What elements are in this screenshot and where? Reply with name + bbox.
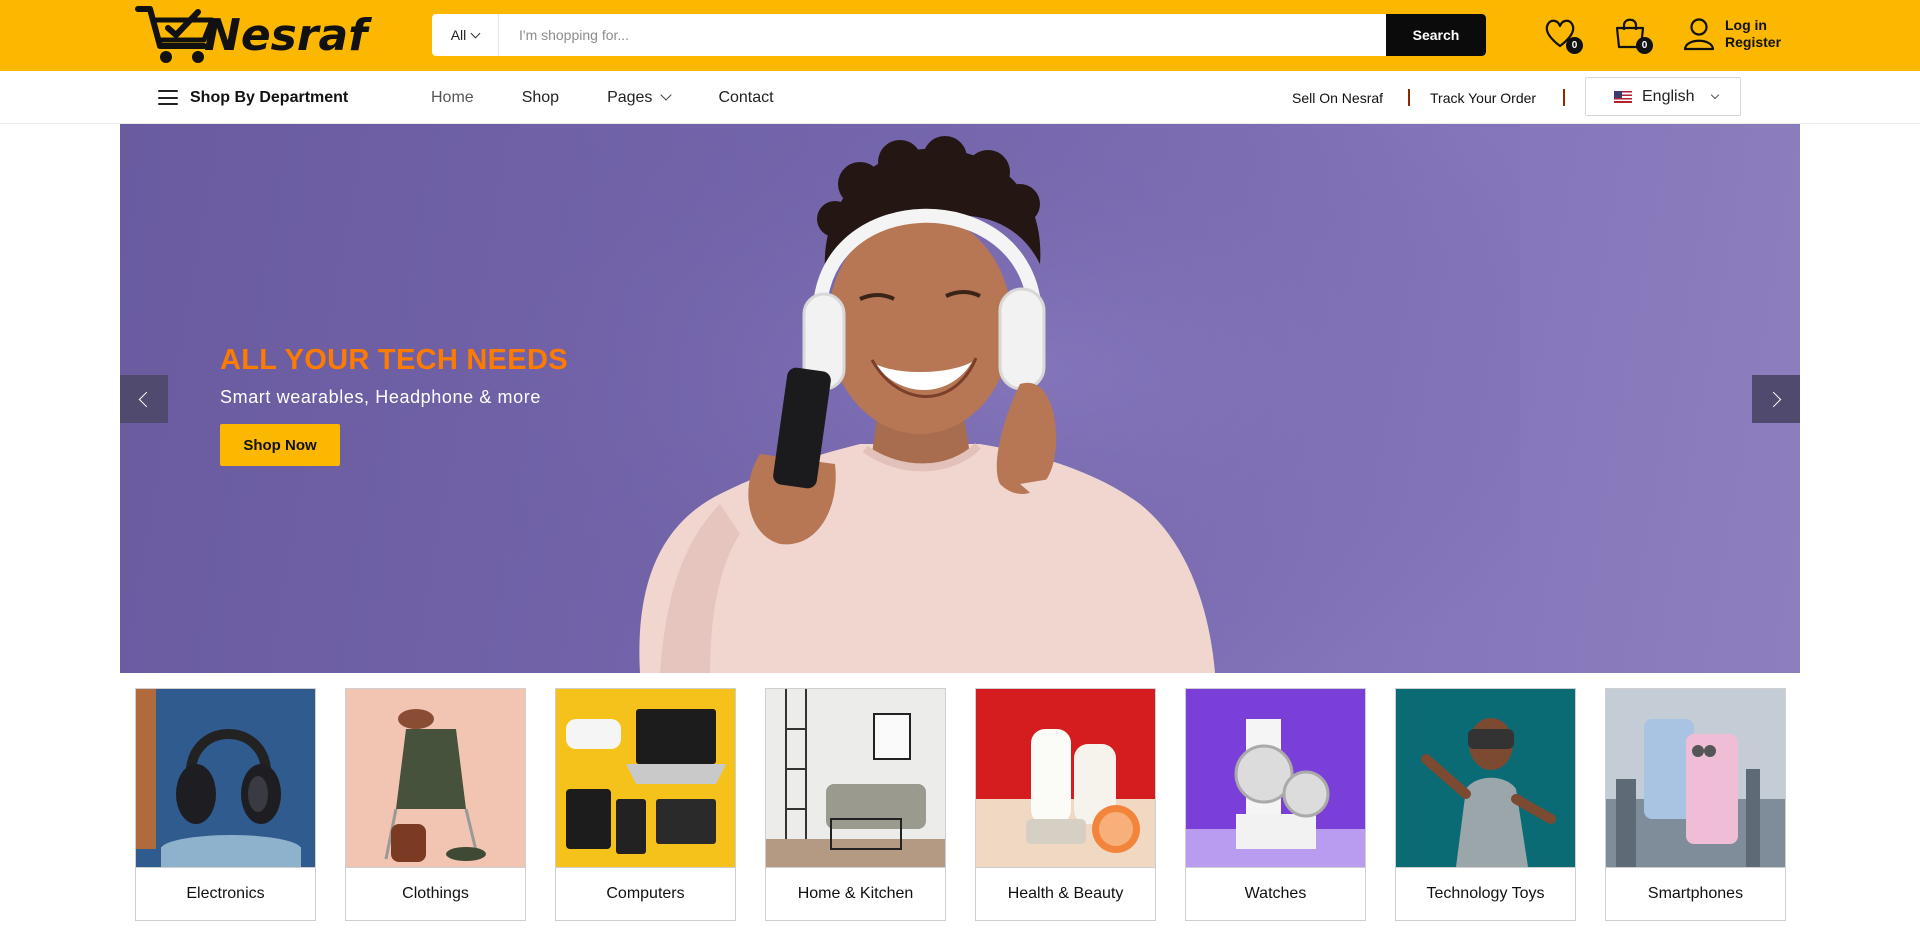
search-category-select[interactable]: All (432, 14, 499, 56)
wishlist-button[interactable]: 0 (1543, 16, 1583, 54)
wishlist-count-badge: 0 (1566, 37, 1583, 54)
login-link[interactable]: Log in (1725, 17, 1781, 34)
hero-title: ALL YOUR TECH NEEDS (220, 344, 568, 376)
sell-on-nesraf-link[interactable]: Sell On Nesraf (1292, 71, 1383, 124)
hero-caption: ALL YOUR TECH NEEDS Smart wearables, Hea… (220, 344, 568, 466)
user-icon (1683, 18, 1715, 51)
divider (1563, 89, 1565, 106)
register-link[interactable]: Register (1725, 34, 1781, 51)
category-image (1186, 689, 1365, 867)
headphones-image (136, 689, 315, 867)
account-link[interactable]: Log in Register (1683, 16, 1781, 52)
chevron-down-icon (660, 89, 673, 101)
slider-next-button[interactable] (1752, 375, 1800, 423)
category-label: Home & Kitchen (766, 867, 945, 920)
home-kitchen-image (766, 689, 945, 867)
category-card-technology-toys[interactable]: Technology Toys (1395, 688, 1576, 921)
clothing-image (346, 689, 525, 867)
category-card-computers[interactable]: Computers (555, 688, 736, 921)
category-image (1396, 689, 1575, 867)
menu-item-pages-label: Pages (607, 88, 653, 106)
chevron-down-icon (1710, 90, 1720, 100)
category-label: Clothings (346, 867, 525, 920)
category-card-watches[interactable]: Watches (1185, 688, 1366, 921)
menu-item-shop[interactable]: Shop (522, 89, 559, 107)
menu-item-pages[interactable]: Pages (607, 88, 673, 107)
category-card-smartphones[interactable]: Smartphones (1605, 688, 1786, 921)
category-image (556, 689, 735, 867)
cart-button[interactable]: 0 (1613, 16, 1653, 54)
category-card-health-beauty[interactable]: Health & Beauty (975, 688, 1156, 921)
hero-slider: ALL YOUR TECH NEEDS Smart wearables, Hea… (120, 124, 1800, 673)
brand-logo[interactable]: Nesraf (134, 4, 367, 66)
category-label: Technology Toys (1396, 867, 1575, 920)
track-order-link[interactable]: Track Your Order (1430, 71, 1536, 124)
divider (1408, 89, 1410, 106)
category-label: Electronics (136, 867, 315, 920)
category-image (136, 689, 315, 867)
search-category-value: All (450, 27, 467, 43)
category-image (976, 689, 1155, 867)
technology-toys-image (1396, 689, 1575, 867)
menu-item-home[interactable]: Home (431, 89, 474, 107)
category-image (1606, 689, 1785, 867)
category-label: Computers (556, 867, 735, 920)
us-flag-icon (1614, 90, 1632, 103)
search-input[interactable] (499, 14, 1386, 56)
language-value: English (1642, 87, 1695, 105)
shop-by-department-button[interactable]: Shop By Department (158, 71, 348, 124)
language-select[interactable]: English (1585, 77, 1741, 116)
category-card-home-kitchen[interactable]: Home & Kitchen (765, 688, 946, 921)
primary-menu: Home Shop Pages Contact (431, 71, 822, 124)
category-card-clothings[interactable]: Clothings (345, 688, 526, 921)
health-beauty-image (976, 689, 1155, 867)
watches-image (1186, 689, 1365, 867)
department-label: Shop By Department (190, 88, 349, 106)
slider-prev-button[interactable] (120, 375, 168, 423)
hero-subtitle: Smart wearables, Headphone & more (220, 387, 541, 407)
search-button[interactable]: Search (1386, 14, 1486, 56)
hamburger-icon (158, 90, 178, 105)
shop-now-button[interactable]: Shop Now (220, 424, 340, 466)
category-image (766, 689, 945, 867)
chevron-down-icon (470, 28, 481, 38)
category-label: Smartphones (1606, 867, 1785, 920)
cart-count-badge: 0 (1636, 37, 1653, 54)
chevron-left-icon (138, 391, 155, 407)
category-image (346, 689, 525, 867)
category-label: Health & Beauty (976, 867, 1155, 920)
top-header: Nesraf All Search 0 0 Log in Register (0, 0, 1920, 71)
category-label: Watches (1186, 867, 1365, 920)
computers-image (556, 689, 735, 867)
chevron-right-icon (1765, 391, 1782, 407)
brand-name: Nesraf (204, 10, 368, 61)
category-card-electronics[interactable]: Electronics (135, 688, 316, 921)
search-bar: All Search (432, 14, 1486, 56)
smartphones-image (1606, 689, 1785, 867)
menu-item-contact[interactable]: Contact (718, 89, 773, 107)
